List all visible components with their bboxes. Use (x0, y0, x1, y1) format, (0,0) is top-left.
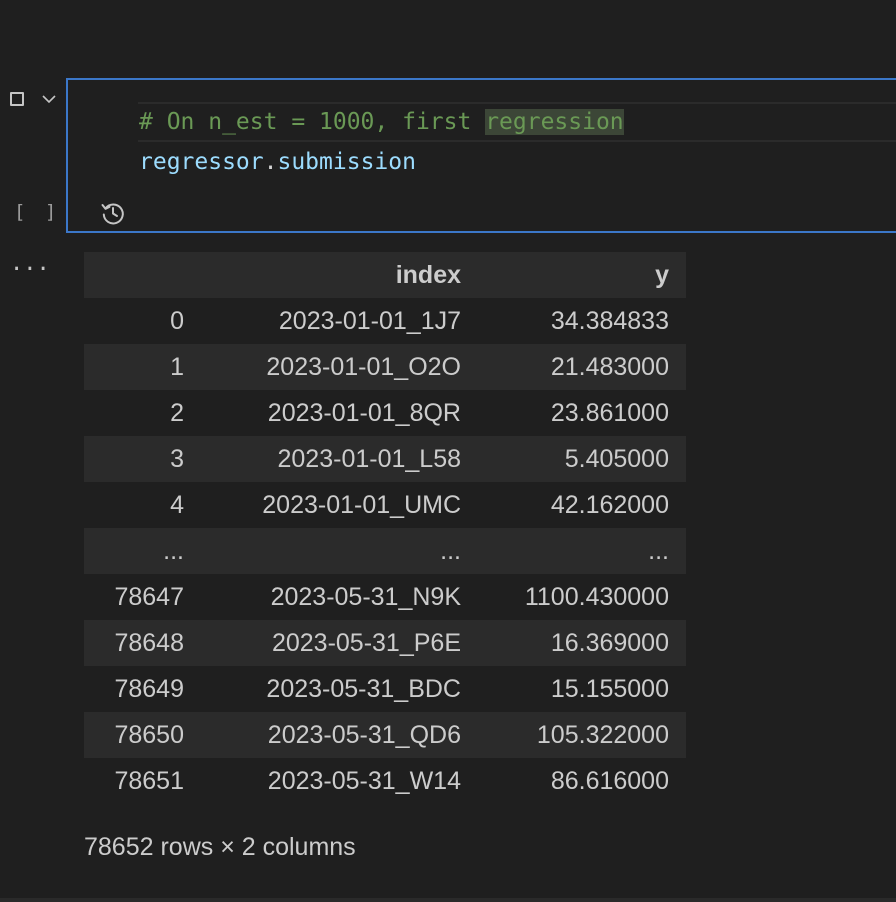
table-row-ellipsis: ......... (84, 528, 686, 574)
code-line-expression: regressor.submission (139, 144, 416, 180)
index-cell: 2023-01-01_L58 (277, 444, 462, 473)
cell-select-checkbox-icon[interactable] (10, 92, 24, 106)
bottom-border (0, 898, 896, 902)
index-cell: 2023-05-31_QD6 (267, 720, 461, 749)
output-more-actions-icon[interactable]: ... (10, 253, 50, 275)
dataframe-output-table: index y 0 2023-01-01_1J7 34.384833 1 2023-0… (84, 252, 686, 804)
y-cell: 23.861000 (550, 398, 669, 427)
attribute-name: submission (277, 149, 416, 175)
table-row: 0 2023-01-01_1J7 34.384833 (84, 298, 686, 344)
table-row: 3 2023-01-01_L58 5.405000 (84, 436, 686, 482)
row-index-cell: 78649 (114, 674, 184, 703)
chevron-down-icon[interactable] (42, 94, 56, 104)
variable-name: regressor (139, 149, 264, 175)
y-cell: 86.616000 (550, 766, 669, 795)
y-cell: 15.155000 (550, 674, 669, 703)
row-index-cell: 3 (170, 444, 184, 473)
row-index-cell: 4 (170, 490, 184, 519)
y-cell: 5.405000 (564, 444, 669, 473)
y-cell: 42.162000 (550, 490, 669, 519)
index-cell: 2023-01-01_O2O (266, 352, 461, 381)
index-cell: ... (440, 536, 461, 565)
table-row: 1 2023-01-01_O2O 21.483000 (84, 344, 686, 390)
index-cell: 2023-01-01_1J7 (278, 306, 461, 335)
code-editor[interactable]: # On n_est = 1000, first regression regr… (68, 80, 896, 235)
table-row: 78649 2023-05-31_BDC 15.155000 (84, 666, 686, 712)
index-cell: 2023-05-31_P6E (271, 628, 461, 657)
table-row: 78648 2023-05-31_P6E 16.369000 (84, 620, 686, 666)
table-row: 2 2023-01-01_8QR 23.861000 (84, 390, 686, 436)
table-row: 78650 2023-05-31_QD6 105.322000 (84, 712, 686, 758)
column-header-row-index (84, 252, 201, 298)
y-cell: 105.322000 (536, 720, 669, 749)
row-index-cell: 1 (170, 352, 184, 381)
index-cell: 2023-05-31_BDC (266, 674, 461, 703)
row-index-cell: 78647 (114, 582, 184, 611)
y-cell: 21.483000 (550, 352, 669, 381)
dot-operator: . (263, 149, 278, 175)
selected-word: regression (485, 109, 624, 135)
index-cell: 2023-05-31_W14 (267, 766, 461, 795)
history-icon[interactable] (100, 200, 126, 226)
row-index-cell: 78650 (114, 720, 184, 749)
table-row: 78647 2023-05-31_N9K 1100.430000 (84, 574, 686, 620)
table-header-row: index y (84, 252, 686, 298)
column-header-y: y (655, 260, 669, 289)
column-header-index: index (395, 260, 461, 289)
y-cell: 16.369000 (550, 628, 669, 657)
row-index-cell: 2 (170, 398, 184, 427)
code-cell[interactable]: # On n_est = 1000, first regression regr… (66, 78, 896, 233)
code-line-comment: # On n_est = 1000, first regression (139, 104, 624, 140)
row-index-cell: 78648 (114, 628, 184, 657)
row-index-cell: 78651 (114, 766, 184, 795)
index-cell: 2023-05-31_N9K (270, 582, 461, 611)
comment-text: # On n_est = 1000, first (139, 109, 486, 135)
y-cell: 34.384833 (550, 306, 669, 335)
execution-count: [ ] (14, 201, 61, 223)
index-cell: 2023-01-01_8QR (267, 398, 461, 427)
index-cell: 2023-01-01_UMC (262, 490, 461, 519)
row-index-cell: ... (163, 536, 184, 565)
table-row: 4 2023-01-01_UMC 42.162000 (84, 482, 686, 528)
dataframe-shape-label: 78652 rows × 2 columns (84, 833, 356, 861)
row-index-cell: 0 (170, 306, 184, 335)
y-cell: 1100.430000 (524, 582, 669, 611)
table-row: 78651 2023-05-31_W14 86.616000 (84, 758, 686, 804)
y-cell: ... (648, 536, 669, 565)
